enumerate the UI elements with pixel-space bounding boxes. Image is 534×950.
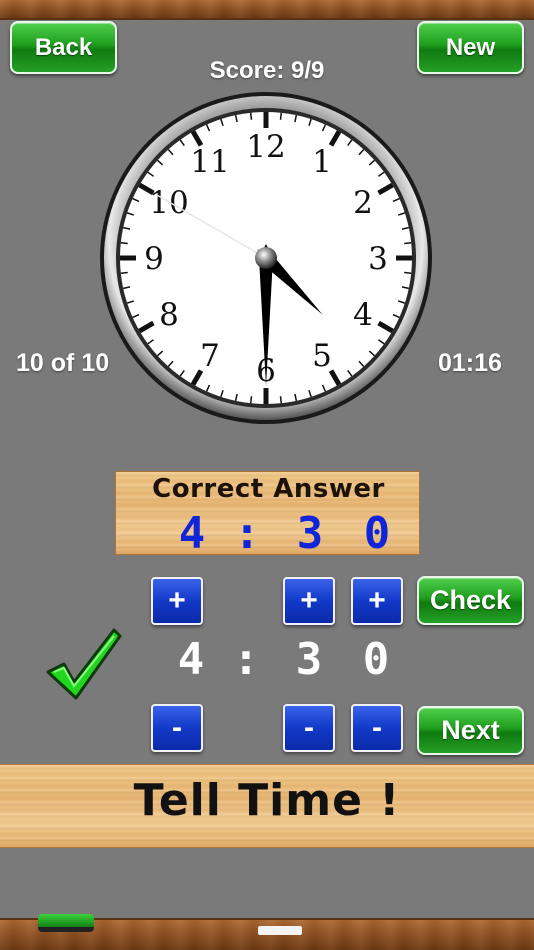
app-title: Tell Time ! — [133, 775, 401, 826]
minute-tick — [249, 396, 253, 404]
correct-answer-board: Correct Answer 4 : 3 0 — [115, 471, 420, 559]
minute-tick — [120, 241, 128, 245]
clock-numeral: 9 — [144, 241, 164, 277]
minute-tick — [404, 271, 412, 275]
timer-label: 01:16 — [438, 349, 502, 377]
clock-hub — [255, 247, 277, 269]
minute-tick — [279, 112, 283, 120]
entry-hour-digit: 4 — [177, 634, 205, 685]
minute-tens-plus-button[interactable]: + — [283, 577, 335, 625]
chalk-icon — [258, 926, 302, 935]
score-label: Score: 9/9 — [209, 57, 325, 84]
clock-numeral: 2 — [353, 185, 373, 221]
top-frame — [0, 0, 534, 20]
eraser-icon — [38, 914, 94, 932]
entry-separator: : — [232, 634, 260, 685]
correct-answer-title: Correct Answer — [152, 474, 385, 504]
clock-numeral: 4 — [353, 297, 373, 333]
clock-numeral: 8 — [159, 297, 179, 333]
question-counter: 10 of 10 — [16, 349, 110, 377]
minute-tick — [249, 112, 253, 120]
correct-minute-ones-digit: 0 — [363, 508, 391, 559]
hour-plus-button[interactable]: + — [151, 577, 203, 625]
clock-numeral: 7 — [200, 338, 220, 374]
bottom-frame — [0, 914, 534, 950]
check-button[interactable]: Check — [417, 576, 524, 625]
minute-tens-minus-button[interactable]: - — [283, 704, 335, 752]
clock-numeral: 10 — [149, 185, 188, 221]
clock-numeral: 11 — [190, 144, 229, 180]
analog-clock: 121234567891011 — [100, 92, 432, 424]
minute-tick — [279, 396, 283, 404]
minute-ones-minus-button[interactable]: - — [351, 704, 403, 752]
entry-minute-ones-digit: 0 — [362, 634, 390, 685]
clock-numeral: 12 — [246, 129, 285, 165]
correct-minute-tens-digit: 3 — [296, 508, 324, 559]
next-button[interactable]: Next — [417, 706, 524, 755]
hour-minus-button[interactable]: - — [151, 704, 203, 752]
clock-numeral: 5 — [312, 338, 332, 374]
minute-ones-plus-button[interactable]: + — [351, 577, 403, 625]
correct-separator: : — [233, 508, 261, 559]
minute-tick — [404, 241, 412, 245]
entry-minute-tens-digit: 3 — [295, 634, 323, 685]
minute-tick — [120, 271, 128, 275]
title-board: Tell Time ! — [0, 764, 534, 848]
clock-numeral: 1 — [312, 144, 332, 180]
clock-numeral: 3 — [368, 241, 388, 277]
checkmark-icon — [46, 628, 122, 700]
correct-hour-digit: 4 — [178, 508, 206, 559]
